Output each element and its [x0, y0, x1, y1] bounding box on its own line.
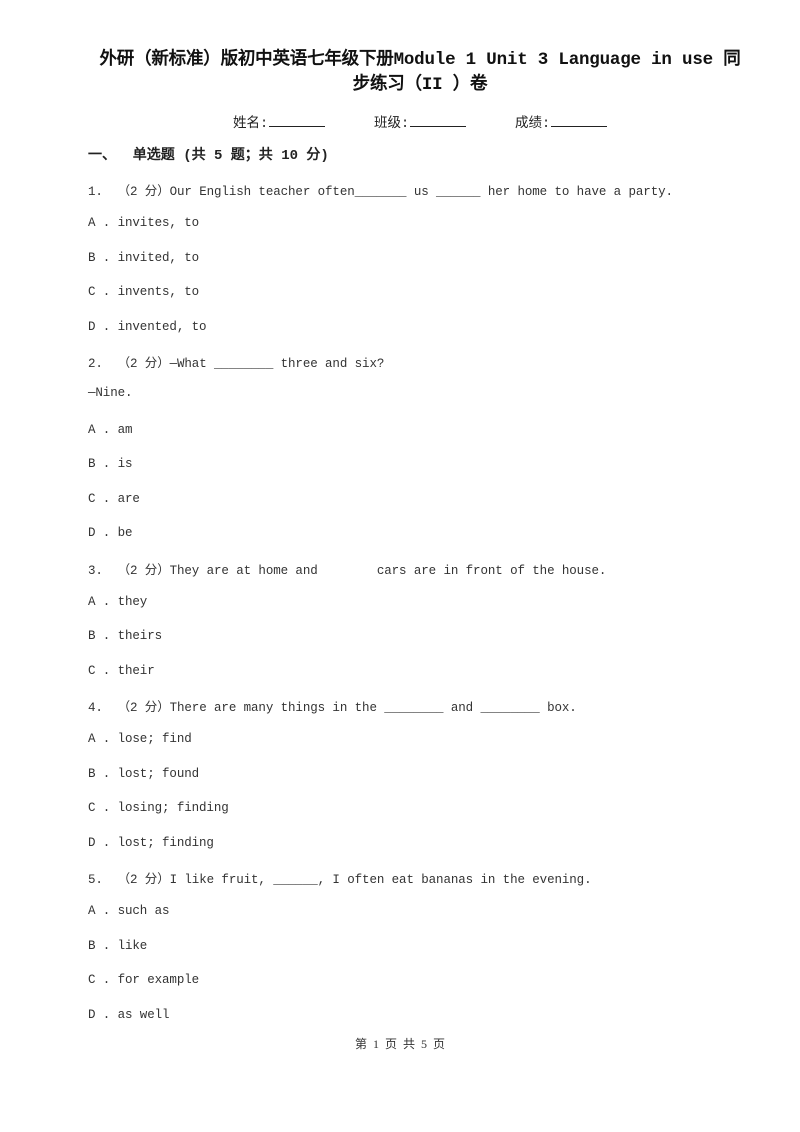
- option-item: D . be: [88, 526, 133, 540]
- option-item: C . for example: [88, 973, 200, 987]
- option-item: A . invites, to: [88, 216, 200, 230]
- option-item: C . their: [88, 664, 155, 678]
- option-item: A . am: [88, 423, 133, 437]
- class-label: 班级:: [374, 117, 410, 132]
- question-extra: —Nine.: [88, 386, 133, 400]
- option-item: A . they: [88, 595, 148, 609]
- document-page: 外研（新标准）版初中英语七年级下册Module 1 Unit 3 Languag…: [0, 0, 800, 1132]
- option-item: B . theirs: [88, 629, 163, 643]
- option-item: C . invents, to: [88, 285, 200, 299]
- document-title: 外研（新标准）版初中英语七年级下册Module 1 Unit 3 Languag…: [90, 48, 750, 98]
- option-item: B . like: [88, 939, 148, 953]
- section-title: 一、 单选题 (共 5 题；共 10 分): [88, 148, 329, 164]
- option-item: C . are: [88, 492, 140, 506]
- option-item: D . invented, to: [88, 320, 207, 334]
- question-stem: 5. （2 分）I like fruit, ______, I often ea…: [88, 873, 592, 887]
- question-stem: 4. （2 分）There are many things in the ___…: [88, 701, 577, 715]
- name-field: 姓名:: [233, 111, 326, 132]
- class-blank: [410, 114, 467, 127]
- name-blank: [269, 114, 326, 127]
- option-item: B . lost; found: [88, 767, 200, 781]
- class-field: 班级:: [374, 111, 467, 132]
- score-blank: [551, 114, 608, 127]
- title-line-1: 外研（新标准）版初中英语七年级下册Module 1 Unit 3 Languag…: [99, 50, 741, 70]
- question-stem: 2. （2 分）—What ________ three and six?: [88, 357, 385, 371]
- option-item: D . lost; finding: [88, 836, 214, 850]
- score-field: 成绩:: [515, 111, 608, 132]
- question-stem: 1. （2 分）Our English teacher often_______…: [88, 185, 673, 199]
- option-item: B . invited, to: [88, 251, 200, 265]
- page-footer: 第 1 页 共 5 页: [354, 1037, 445, 1051]
- option-item: C . losing; finding: [88, 801, 229, 815]
- score-label: 成绩:: [515, 117, 551, 132]
- name-label: 姓名:: [233, 117, 269, 132]
- title-line-2: 步练习（II ）卷: [352, 75, 488, 95]
- option-item: B . is: [88, 457, 133, 471]
- option-item: A . lose; find: [88, 732, 192, 746]
- question-stem: 3. （2 分）They are at home and cars are in…: [88, 564, 607, 578]
- option-item: D . as well: [88, 1008, 170, 1022]
- option-item: A . such as: [88, 904, 170, 918]
